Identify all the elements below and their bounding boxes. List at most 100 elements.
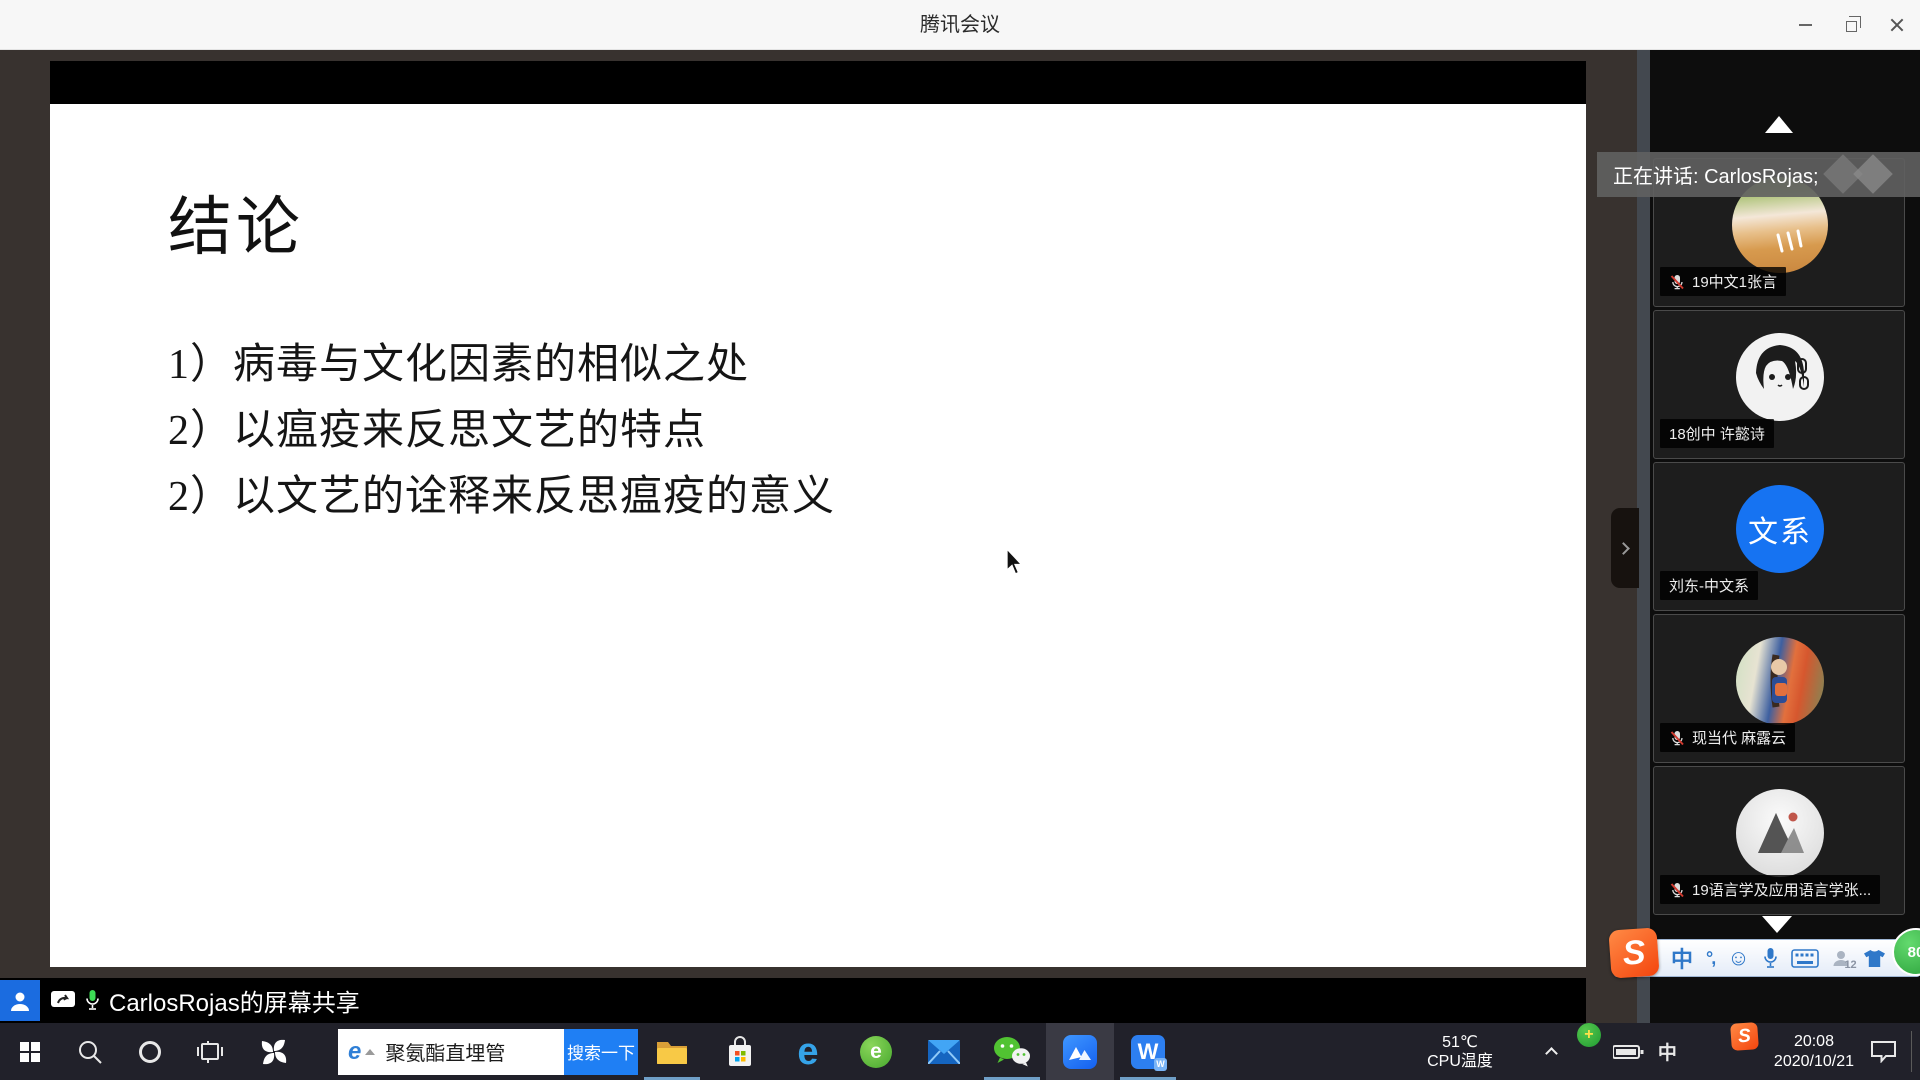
ime-account-button[interactable]: 12 bbox=[1832, 949, 1850, 967]
file-explorer-button[interactable] bbox=[638, 1023, 706, 1080]
close-button[interactable] bbox=[1874, 0, 1920, 50]
start-button[interactable] bbox=[0, 1023, 60, 1080]
ime-emoji-button[interactable]: ☺ bbox=[1727, 945, 1749, 971]
tencent-meeting-button[interactable] bbox=[1046, 1023, 1114, 1080]
microphone-icon bbox=[1763, 947, 1778, 970]
ime-lang-indicator[interactable]: 中 bbox=[1658, 1023, 1677, 1080]
notification-icon bbox=[1870, 1040, 1897, 1063]
ime-keyboard-button[interactable] bbox=[1791, 949, 1819, 968]
scroll-up-arrow[interactable] bbox=[1765, 116, 1793, 133]
participant-name: 19语言学及应用语言学张... bbox=[1692, 879, 1871, 900]
participant-name: 19中文1张言 bbox=[1692, 271, 1777, 292]
screen-share-icon bbox=[50, 990, 76, 1011]
cpu-temp-label: CPU温度 bbox=[1427, 1052, 1493, 1071]
mail-icon bbox=[928, 1040, 960, 1064]
store-icon bbox=[726, 1036, 754, 1068]
avatar bbox=[1736, 789, 1824, 877]
slide-title: 结论 bbox=[168, 176, 304, 268]
tray-health-icon[interactable]: + bbox=[1577, 1023, 1601, 1047]
taskbar-search-button[interactable] bbox=[60, 1023, 120, 1080]
ie-icon: e bbox=[348, 1038, 361, 1066]
ime-skin-button[interactable] bbox=[1863, 949, 1886, 968]
collapse-sidebar-button[interactable] bbox=[1611, 508, 1639, 588]
meeting-watermark-icon bbox=[1853, 154, 1893, 194]
person-icon bbox=[9, 990, 31, 1012]
minimize-icon bbox=[1799, 24, 1812, 26]
shared-slide: 结论 1）病毒与文化因素的相似之处 2）以瘟疫来反思文艺的特点 2）以文艺的诠释… bbox=[50, 104, 1586, 967]
wps-button[interactable]: W W bbox=[1114, 1023, 1182, 1080]
participant-tile[interactable]: 现当代 麻露云 bbox=[1653, 614, 1905, 763]
taskbar-clock[interactable]: 20:08 2020/10/21 bbox=[1774, 1023, 1854, 1080]
search-go-button[interactable]: 搜索一下 bbox=[564, 1029, 638, 1075]
mic-muted-icon bbox=[1669, 730, 1685, 746]
participant-person-icon[interactable] bbox=[0, 980, 40, 1021]
edge-icon: e bbox=[797, 1033, 818, 1071]
ms-store-button[interactable] bbox=[706, 1023, 774, 1080]
mail-button[interactable] bbox=[910, 1023, 978, 1080]
cortana-icon bbox=[139, 1041, 161, 1063]
restore-icon bbox=[1846, 21, 1857, 32]
action-center-button[interactable] bbox=[1870, 1023, 1897, 1080]
participant-name-label: 现当代 麻露云 bbox=[1660, 723, 1795, 752]
participant-name-label: 18创中 许懿诗 bbox=[1660, 419, 1774, 448]
ime-chinese-mode-button[interactable]: 中 bbox=[1671, 942, 1693, 974]
edge-button[interactable]: e bbox=[774, 1023, 842, 1080]
mouse-cursor bbox=[1006, 548, 1026, 581]
participant-tile[interactable]: 18创中 许懿诗 bbox=[1653, 310, 1905, 459]
chevron-up-icon bbox=[1546, 1047, 1559, 1060]
caret-icon bbox=[365, 1049, 375, 1055]
tray-expand-button[interactable] bbox=[1539, 1023, 1565, 1080]
taskbar-search-box[interactable]: e 聚氨酯直埋管 搜索一下 bbox=[338, 1029, 638, 1075]
keyboard-icon bbox=[1791, 949, 1819, 968]
wps-icon: W W bbox=[1131, 1035, 1165, 1069]
speaking-banner-label: 正在讲话: CarlosRojas; bbox=[1613, 160, 1819, 189]
app-pinwheel-button[interactable] bbox=[240, 1023, 308, 1080]
ime-punctuation-button[interactable]: °, bbox=[1706, 948, 1714, 969]
participant-name: 现当代 麻露云 bbox=[1692, 727, 1786, 748]
participant-tile[interactable]: 文系 刘东-中文系 bbox=[1653, 462, 1905, 611]
sogou-ime-logo[interactable]: S bbox=[1608, 927, 1659, 978]
minimize-button[interactable] bbox=[1782, 0, 1828, 50]
avatar bbox=[1736, 637, 1824, 725]
battery-icon[interactable] bbox=[1613, 1023, 1644, 1080]
folder-icon bbox=[656, 1039, 688, 1065]
share-status-label: CarlosRojas的屏幕共享 bbox=[109, 983, 360, 1018]
ime-toolbar: 中 °, ☺ 12 bbox=[1614, 939, 1920, 977]
cpu-temp-widget[interactable]: 51℃ CPU温度 bbox=[1427, 1023, 1493, 1080]
cpu-temp-value: 51℃ bbox=[1442, 1033, 1478, 1052]
share-status-bar: CarlosRojas的屏幕共享 bbox=[0, 978, 1586, 1023]
browser-360-button[interactable]: e bbox=[842, 1023, 910, 1080]
mic-muted-icon bbox=[1669, 882, 1685, 898]
participant-name-label: 19语言学及应用语言学张... bbox=[1660, 875, 1880, 904]
restore-button[interactable] bbox=[1828, 0, 1874, 50]
window-title: 腾讯会议 bbox=[0, 0, 1920, 50]
windows-logo-icon bbox=[18, 1040, 42, 1064]
tshirt-icon bbox=[1863, 949, 1886, 968]
ime-voice-button[interactable] bbox=[1763, 947, 1778, 970]
pinwheel-icon bbox=[258, 1036, 290, 1068]
sogou-tray-icon[interactable]: S bbox=[1730, 1022, 1759, 1051]
scroll-down-arrow[interactable] bbox=[1762, 916, 1792, 933]
slide-bullet-list: 1）病毒与文化因素的相似之处 2）以瘟疫来反思文艺的特点 2）以文艺的诠释来反思… bbox=[168, 332, 835, 530]
slide-bullet: 2）以文艺的诠释来反思瘟疫的意义 bbox=[168, 464, 835, 530]
speaking-banner: 正在讲话: CarlosRojas; bbox=[1597, 152, 1920, 197]
show-desktop-button[interactable] bbox=[1912, 1023, 1920, 1080]
avatar-initials: 文系 bbox=[1748, 507, 1812, 551]
slide-bullet: 2）以瘟疫来反思文艺的特点 bbox=[168, 398, 835, 464]
clock-time: 20:08 bbox=[1794, 1032, 1834, 1052]
participant-tile[interactable]: 19语言学及应用语言学张... bbox=[1653, 766, 1905, 915]
wechat-button[interactable] bbox=[978, 1023, 1046, 1080]
slide-letterbox-top bbox=[50, 61, 1586, 104]
task-view-icon bbox=[196, 1040, 224, 1064]
wechat-icon bbox=[993, 1036, 1031, 1067]
participant-name-label: 刘东-中文系 bbox=[1660, 571, 1758, 600]
window-titlebar: 腾讯会议 bbox=[0, 0, 1920, 50]
mic-muted-icon bbox=[1669, 274, 1685, 290]
participant-name-label: 19中文1张言 bbox=[1660, 267, 1786, 296]
clock-date: 2020/10/21 bbox=[1774, 1052, 1854, 1072]
cortana-button[interactable] bbox=[120, 1023, 180, 1080]
search-icon bbox=[77, 1039, 103, 1065]
account-badge: 12 bbox=[1844, 959, 1856, 971]
browser-360-icon: e bbox=[860, 1036, 892, 1068]
task-view-button[interactable] bbox=[180, 1023, 240, 1080]
